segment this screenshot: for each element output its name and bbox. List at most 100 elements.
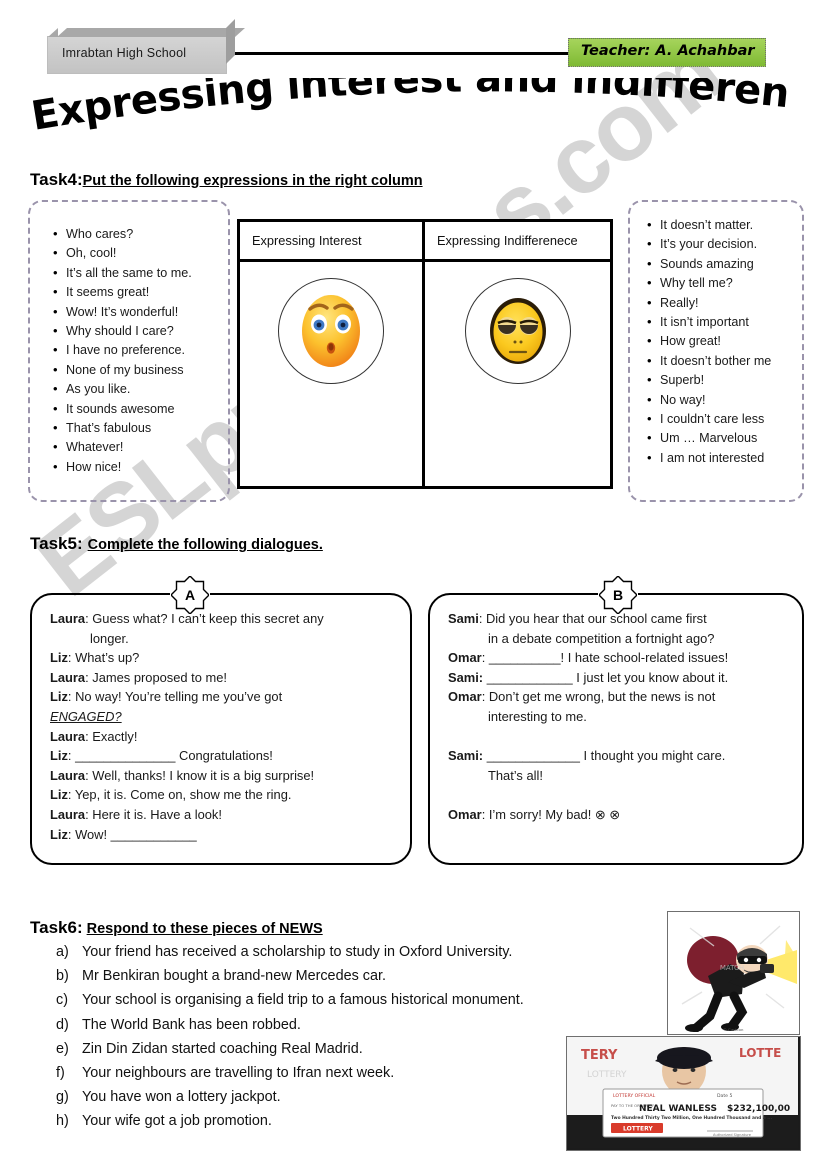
teacher-badge: Teacher: A. Achahbar xyxy=(568,38,766,67)
news-item-label: a) xyxy=(56,944,69,960)
dialogue-speaker: Liz xyxy=(50,689,68,705)
teacher-name-label: Teacher: A. Achahbar xyxy=(581,43,755,59)
news-item-text: Your school is organising a field trip t… xyxy=(82,992,524,1009)
svg-text:Expressing interest and indiff: Expressing interest and indifference xyxy=(28,78,791,140)
dialogue-line: Omar: __________! I hate school-related … xyxy=(448,648,790,668)
dialogue-text: : Exactly! xyxy=(85,728,138,744)
dialogue-line xyxy=(448,785,790,805)
dialogue-text: : ______________ Congratulations! xyxy=(67,748,273,764)
expressions-list-right: It doesn’t matter. It’s your decision. S… xyxy=(628,200,804,502)
list-item: Superb! xyxy=(646,370,802,390)
list-item: Why tell me? xyxy=(646,273,802,293)
dialogue-a-lines: Laura: Guess what? I can’t keep this sec… xyxy=(32,595,410,844)
dialogue-line: Laura: Guess what? I can’t keep this sec… xyxy=(50,609,398,629)
news-item: a) Your friend has received a scholarship… xyxy=(56,940,656,964)
news-item-label: d) xyxy=(56,1016,69,1033)
expressions-right-items: It doesn’t matter. It’s your decision. S… xyxy=(630,202,802,468)
task6-instruction: Respond to these pieces of NEWS xyxy=(86,921,323,937)
dialogue-line: Laura: Exactly! xyxy=(50,727,398,747)
news-item: d) The World Bank has been robbed. xyxy=(56,1013,656,1037)
column-header-interest: Expressing Interest xyxy=(240,222,425,259)
list-item: Wow! It’s wonderful! xyxy=(52,302,228,322)
news-item-label: f) xyxy=(56,1065,65,1082)
dialogue-speaker: Sami xyxy=(448,611,479,626)
task5-heading: Task5: Complete the following dialogues. xyxy=(30,534,323,554)
dialogue-line: Liz: No way! You’re telling me you’ve go… xyxy=(50,687,398,707)
news-item-text: Your neighbours are travelling to Ifran … xyxy=(82,1065,395,1082)
header-divider-line xyxy=(222,52,568,55)
dialogue-text: : Don’t get me wrong, but the news is no… xyxy=(481,689,716,705)
list-item: How nice! xyxy=(52,457,228,477)
dialogue-line: in a debate competition a fortnight ago? xyxy=(448,629,790,649)
dialogue-badge-b: B xyxy=(599,576,637,614)
list-item: How great! xyxy=(646,331,802,351)
dialogue-line: Liz: ______________ Congratulations! xyxy=(50,746,398,766)
news-item-label: e) xyxy=(56,1040,69,1057)
table-cell-indifference[interactable] xyxy=(425,262,610,489)
dialogue-text: : No way! You’re telling me you’ve got xyxy=(67,689,283,705)
burglar-cartoon-image: MATCH © Cartoon xyxy=(667,911,800,1035)
list-item: Oh, cool! xyxy=(52,243,228,263)
task4-heading: Task4:Put the following expressions in t… xyxy=(30,170,423,190)
list-item: It’s all the same to me. xyxy=(52,263,228,283)
news-items-list: a) Your friend has received a scholarship… xyxy=(56,940,656,1134)
dialogue-text: : I’m sorry! My bad! ⊗ ⊗ xyxy=(481,806,621,822)
dialogue-text: : __________! I hate school-related issu… xyxy=(481,650,729,666)
dialogue-line: That’s all! xyxy=(448,766,790,786)
table-header-row: Expressing Interest Expressing Indiffere… xyxy=(240,222,610,262)
dialogue-line: Sami: ____________ I just let you know a… xyxy=(448,668,790,688)
news-item: h) Your wife got a job promotion. xyxy=(56,1109,656,1133)
dialogue-text: _____________ I thought you might care. xyxy=(483,748,726,764)
list-item: Why should I care? xyxy=(52,321,228,341)
dialogue-speaker: Laura xyxy=(50,611,86,626)
dialogue-line: Laura: Well, thanks! I know it is a big … xyxy=(50,766,398,786)
dialogue-line: interesting to me. xyxy=(448,707,790,727)
svg-text:MATCH: MATCH xyxy=(720,964,744,972)
news-item-label: h) xyxy=(56,1113,69,1130)
news-item: b) Mr Benkiran bought a brand-new Mercede… xyxy=(56,964,656,988)
expressions-list-left: Who cares? Oh, cool! It’s all the same t… xyxy=(28,200,230,502)
expressions-left-items: Who cares? Oh, cool! It’s all the same t… xyxy=(30,202,228,477)
dialogue-text: That’s all! xyxy=(488,767,543,783)
dialogue-speaker: Laura xyxy=(50,669,86,685)
school-box-side xyxy=(226,19,235,64)
dialogue-text: ENGAGED? xyxy=(50,708,122,724)
list-item: It isn’t important xyxy=(646,312,802,332)
table-cell-interest[interactable] xyxy=(240,262,425,489)
dialogue-speaker: Liz xyxy=(50,826,68,842)
dialogue-speaker: Sami: xyxy=(448,669,484,685)
dialogue-speaker: Sami: xyxy=(448,748,484,764)
dialogue-speaker: Liz xyxy=(50,650,68,666)
list-item: None of my business xyxy=(52,360,228,380)
list-item: It’s your decision. xyxy=(646,234,802,254)
list-item: It doesn’t matter. xyxy=(646,215,802,235)
list-item: Whatever! xyxy=(52,437,228,457)
news-item-text: Zin Din Zidan started coaching Real Madr… xyxy=(82,1040,363,1057)
dialogue-badge-b-label: B xyxy=(612,587,624,603)
list-item: It seems great! xyxy=(52,282,228,302)
news-item-label: c) xyxy=(56,992,68,1009)
dialogue-speaker: Laura xyxy=(50,728,86,744)
dialogue-speaker: Omar xyxy=(448,806,482,822)
dialogue-b-lines: Sami: Did you hear that our school came … xyxy=(430,595,802,825)
dialogue-text: : Did you hear that our school came firs… xyxy=(478,611,707,626)
dialogue-text: ____________ I just let you know about i… xyxy=(483,669,729,685)
school-name-box: Imrabtan High School xyxy=(47,19,245,74)
dialogue-line: Omar: Don’t get me wrong, but the news i… xyxy=(448,687,790,707)
dialogue-speaker: Omar xyxy=(448,650,482,666)
interest-indifference-table: Expressing Interest Expressing Indiffere… xyxy=(237,219,613,489)
burglar-image-caption: © Cartoon xyxy=(723,1027,744,1032)
dialogue-speaker: Laura xyxy=(50,767,86,783)
news-item: e) Zin Din Zidan started coaching Real Ma… xyxy=(56,1037,656,1061)
list-item: I am not interested xyxy=(646,448,802,468)
news-item: f) Your neighbours are travelling to Ifra… xyxy=(56,1061,656,1085)
list-item: It doesn’t bother me xyxy=(646,351,802,371)
svg-text:Authorized Signature: Authorized Signature xyxy=(713,1133,752,1137)
dialogue-line: Laura: Here it is. Have a look! xyxy=(50,805,398,825)
list-item: That’s fabulous xyxy=(52,418,228,438)
news-item-text: The World Bank has been robbed. xyxy=(82,1016,301,1033)
dialogue-line xyxy=(448,727,790,747)
list-item: Sounds amazing xyxy=(646,254,802,274)
dialogue-speaker: Laura xyxy=(50,806,86,822)
dialogue-text: : James proposed to me! xyxy=(85,669,227,685)
